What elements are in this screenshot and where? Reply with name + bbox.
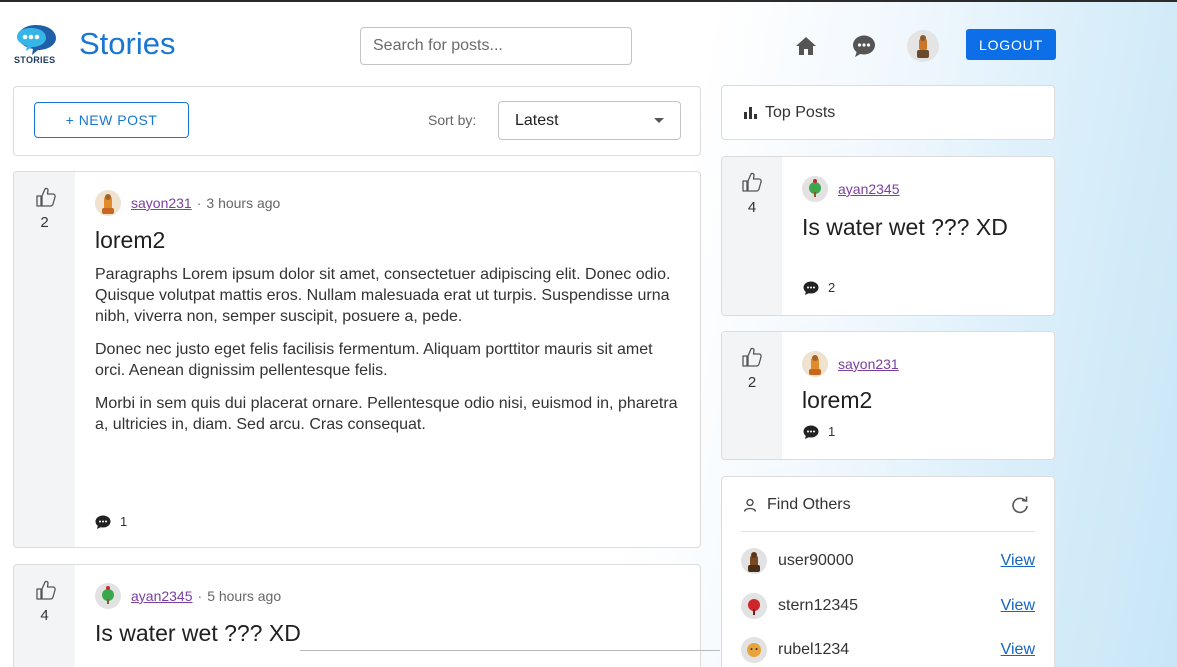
new-post-button[interactable]: + NEW POST <box>34 102 189 138</box>
vote-count: 2 <box>40 214 49 231</box>
comment-count[interactable]: 1 <box>95 514 127 529</box>
content-fade <box>75 432 700 502</box>
find-others-title: Find Others <box>767 496 851 513</box>
view-profile-link[interactable]: View <box>1001 641 1035 659</box>
avatar[interactable] <box>802 176 828 202</box>
user-name: user90000 <box>778 552 854 569</box>
top-border <box>0 0 1177 2</box>
post-card[interactable]: 4 ayan2345 · 5 hours ago Is water wet ??… <box>13 564 701 667</box>
comment-count[interactable]: 1 <box>803 424 835 439</box>
comment-icon <box>95 515 111 529</box>
sort-select[interactable]: Latest <box>498 101 681 140</box>
post-body: Paragraphs Lorem ipsum dolor sit amet, c… <box>95 264 685 447</box>
top-posts-title: Top Posts <box>765 104 836 121</box>
meta-separator: · <box>196 195 202 211</box>
vote-column: 2 <box>14 172 75 547</box>
logo-icon <box>17 25 56 55</box>
vote-column: 4 <box>14 565 75 667</box>
find-others-card: Find Others user90000 View stern12345 Vi… <box>721 476 1055 667</box>
author-link[interactable]: ayan2345 <box>838 181 900 197</box>
like-icon[interactable] <box>35 579 57 601</box>
logo[interactable]: STORIES <box>14 22 64 68</box>
vote-column: 2 <box>722 332 782 459</box>
chat-icon[interactable] <box>850 32 878 60</box>
avatar[interactable] <box>741 593 767 619</box>
post-title[interactable]: lorem2 <box>95 227 165 254</box>
avatar[interactable] <box>802 351 828 377</box>
meta-separator: · <box>197 588 203 604</box>
post-toolbar: + NEW POST Sort by: Latest <box>13 86 701 156</box>
avatar[interactable] <box>95 583 121 609</box>
chevron-down-icon <box>654 118 664 123</box>
vote-count: 4 <box>747 199 757 216</box>
avatar[interactable] <box>741 548 767 574</box>
comment-count-value: 1 <box>828 424 836 439</box>
user-avatar[interactable] <box>906 29 940 63</box>
user-row: stern12345 View <box>741 591 1035 621</box>
post-paragraph: Donec nec justo eget felis facilisis fer… <box>95 341 653 379</box>
comment-count[interactable]: 2 <box>803 280 835 295</box>
logout-button[interactable]: LOGOUT <box>966 29 1056 60</box>
post-title[interactable]: lorem2 <box>802 384 1042 416</box>
comment-icon <box>803 281 819 295</box>
user-name: rubel1234 <box>778 641 850 658</box>
refresh-icon[interactable] <box>1010 495 1030 515</box>
comment-count-value: 2 <box>828 280 836 295</box>
search-input[interactable] <box>360 27 632 65</box>
user-name: stern12345 <box>778 597 859 614</box>
top-post-card[interactable]: 2 sayon231 lorem2 1 <box>721 331 1055 460</box>
post-time: 5 hours ago <box>207 588 282 604</box>
person-icon <box>743 498 757 512</box>
logo-text: STORIES <box>14 55 56 65</box>
post-paragraph: Morbi in sem quis dui placerat ornare. P… <box>95 395 678 433</box>
post-meta: ayan2345 <box>802 176 900 202</box>
home-icon[interactable] <box>792 32 820 60</box>
brand-title[interactable]: Stories <box>79 26 175 62</box>
top-posts-header: Top Posts <box>721 85 1055 140</box>
comment-count-value: 1 <box>120 514 128 529</box>
avatar[interactable] <box>95 190 121 216</box>
like-icon[interactable] <box>741 171 763 193</box>
author-link[interactable]: sayon231 <box>131 195 192 211</box>
vote-count: 4 <box>40 607 49 624</box>
post-meta: ayan2345 · 5 hours ago <box>95 583 281 609</box>
post-title[interactable]: Is water wet ??? XD <box>802 211 1042 243</box>
vote-column: 4 <box>722 157 782 315</box>
avatar[interactable] <box>741 637 767 663</box>
sort-label: Sort by: <box>428 112 477 128</box>
vote-count: 2 <box>747 374 757 391</box>
user-row: user90000 View <box>741 546 1035 576</box>
bar-chart-icon <box>744 107 757 119</box>
top-post-card[interactable]: 4 ayan2345 Is water wet ??? XD 2 <box>721 156 1055 316</box>
scroll-edge <box>300 650 720 651</box>
post-time: 3 hours ago <box>206 195 281 211</box>
comment-icon <box>803 425 819 439</box>
divider <box>741 531 1035 532</box>
view-profile-link[interactable]: View <box>1001 597 1035 615</box>
view-profile-link[interactable]: View <box>1001 552 1035 570</box>
post-meta: sayon231 <box>802 351 899 377</box>
sort-value: Latest <box>515 111 559 129</box>
user-row: rubel1234 View <box>741 635 1035 665</box>
post-title[interactable]: Is water wet ??? XD <box>95 620 301 647</box>
post-paragraph: Paragraphs Lorem ipsum dolor sit amet, c… <box>95 266 671 325</box>
post-card[interactable]: 2 sayon231 · 3 hours ago lorem2 Paragrap… <box>13 171 701 548</box>
author-link[interactable]: ayan2345 <box>131 588 193 604</box>
like-icon[interactable] <box>741 346 763 368</box>
like-icon[interactable] <box>35 186 57 208</box>
post-meta: sayon231 · 3 hours ago <box>95 190 280 216</box>
author-link[interactable]: sayon231 <box>838 356 899 372</box>
